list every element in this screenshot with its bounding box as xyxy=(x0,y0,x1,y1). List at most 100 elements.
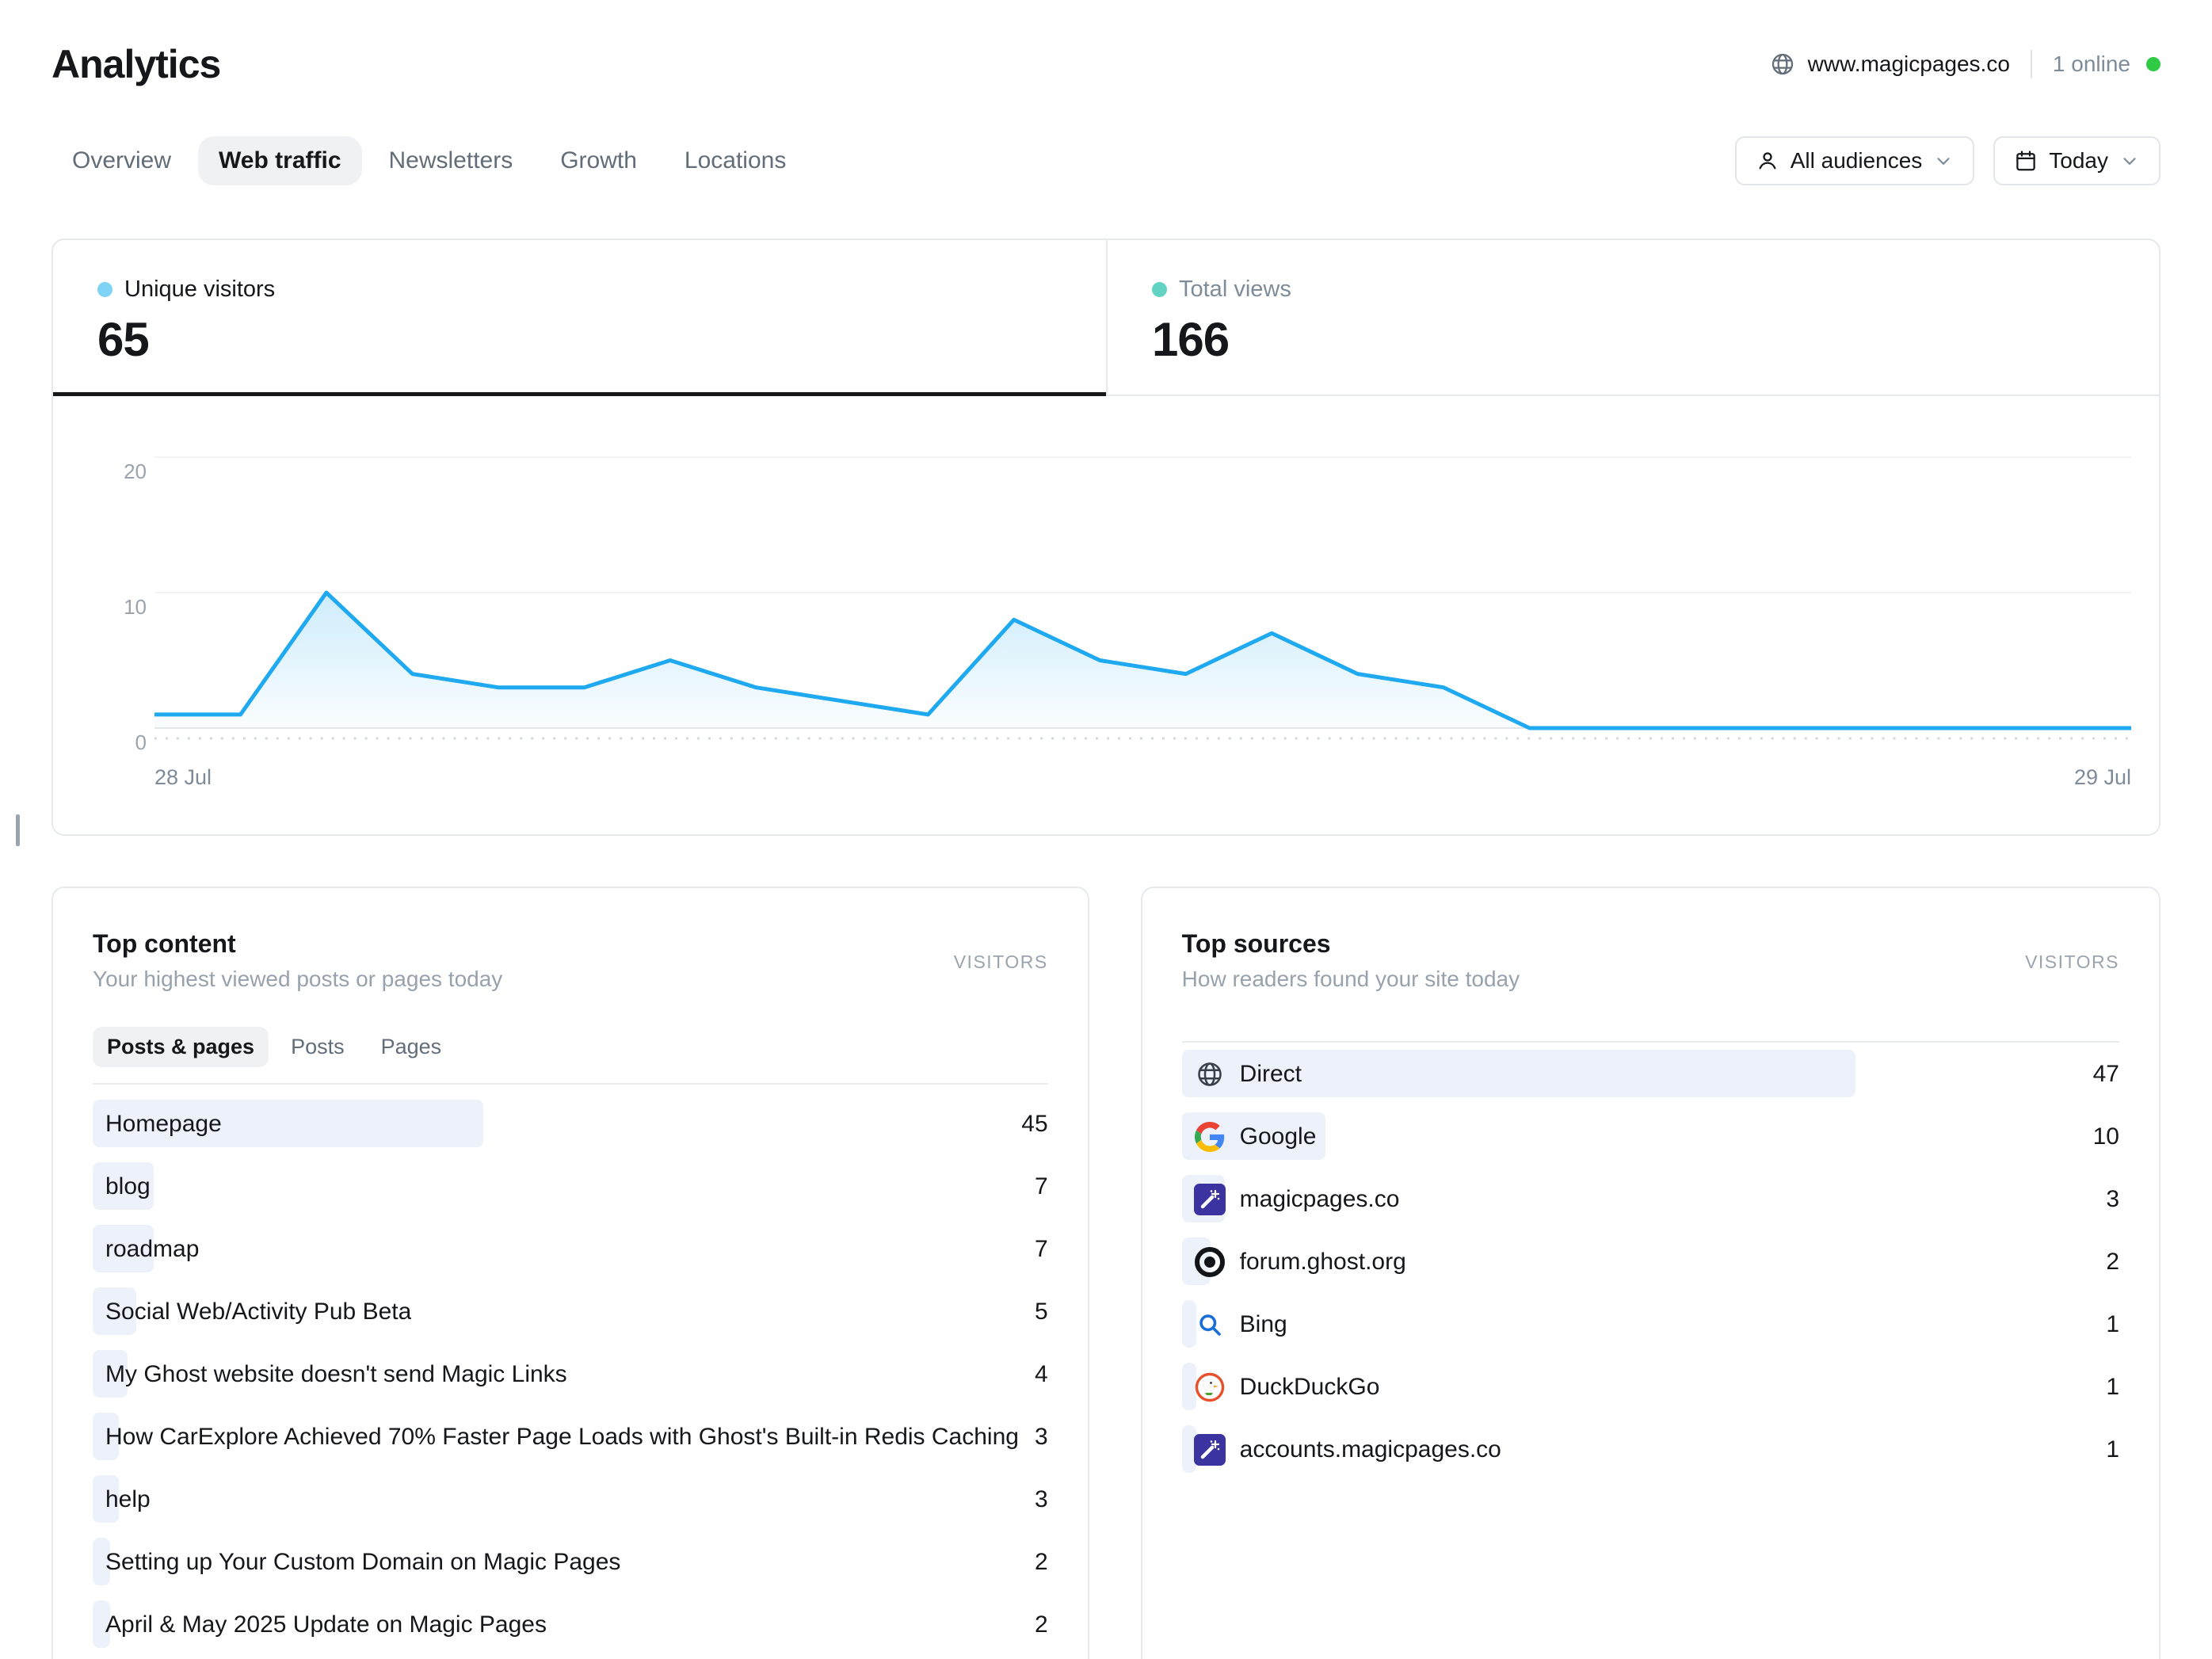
source-row-accounts.magicpages.co[interactable]: accounts.magicpages.co 1 xyxy=(1182,1418,2119,1481)
online-count: 1 online xyxy=(2053,51,2130,77)
y-tick-label: 0 xyxy=(53,730,147,754)
content-row-roadmap[interactable]: roadmap7 xyxy=(93,1218,1048,1280)
top-content-card: Top content Your highest viewed posts or… xyxy=(51,887,1089,1659)
row-label: Homepage xyxy=(93,1111,222,1138)
source-row-google[interactable]: Google10 xyxy=(1182,1105,2119,1168)
row-label: Direct xyxy=(1182,1058,1302,1090)
content-row-blog[interactable]: blog7 xyxy=(93,1155,1048,1218)
source-row-forum.ghost.org[interactable]: forum.ghost.org 2 xyxy=(1182,1230,2119,1293)
audience-filter-label: All audiences xyxy=(1791,148,1923,174)
y-tick-label: 10 xyxy=(53,595,147,619)
row-visitors-value: 3 xyxy=(2090,1186,2119,1213)
stat-value: 65 xyxy=(97,312,1106,367)
globe-icon xyxy=(1194,1058,1226,1090)
row-label: April & May 2025 Update on Magic Pages xyxy=(93,1611,547,1638)
content-tabs: Posts & pagesPostsPages xyxy=(93,1027,1048,1067)
card-subtitle: Your highest viewed posts or pages today xyxy=(93,967,1048,992)
row-label: My Ghost website doesn't send Magic Link… xyxy=(93,1361,567,1388)
text-cursor-artifact xyxy=(16,814,20,846)
content-row-social-web-activity-pub-beta[interactable]: Social Web/Activity Pub Beta 5 xyxy=(93,1280,1048,1343)
divider xyxy=(93,1083,1048,1085)
detail-cards: Top content Your highest viewed posts or… xyxy=(51,887,2161,1659)
content-tab-pages[interactable]: Pages xyxy=(367,1027,456,1067)
row-label: blog xyxy=(93,1173,151,1200)
tabbar: OverviewWeb trafficNewslettersGrowthLoca… xyxy=(51,136,2161,185)
chart-plot-area xyxy=(154,411,2131,744)
row-label: forum.ghost.org xyxy=(1182,1246,1406,1278)
row-visitors-value: 2 xyxy=(1019,1611,1048,1638)
source-row-duckduckgo[interactable]: DuckDuckGo 1 xyxy=(1182,1356,2119,1418)
content-tab-posts-pages[interactable]: Posts & pages xyxy=(93,1027,269,1067)
row-label: magicpages.co xyxy=(1182,1184,1400,1215)
content-row-setting-up-your-custom-domain-on-magic-p[interactable]: Setting up Your Custom Domain on Magic P… xyxy=(93,1531,1048,1593)
tab-newsletters[interactable]: Newsletters xyxy=(368,136,534,185)
row-label: DuckDuckGo xyxy=(1182,1371,1380,1403)
content-tab-posts[interactable]: Posts xyxy=(276,1027,359,1067)
row-visitors-value: 2 xyxy=(1019,1549,1048,1576)
tab-web-traffic[interactable]: Web traffic xyxy=(198,136,361,185)
stat-total-views[interactable]: Total views 166 xyxy=(1106,240,2159,396)
row-visitors-value: 4 xyxy=(1019,1361,1048,1388)
row-visitors-value: 5 xyxy=(1019,1299,1048,1325)
date-range-button[interactable]: Today xyxy=(1993,136,2161,185)
calendar-icon xyxy=(2014,149,2038,173)
content-row-my-ghost-website-doesn-t-send-magic-link[interactable]: My Ghost website doesn't send Magic Link… xyxy=(93,1343,1048,1405)
card-subtitle: How readers found your site today xyxy=(1182,967,2119,992)
tab-overview[interactable]: Overview xyxy=(51,136,192,185)
row-visitors-value: 45 xyxy=(1005,1111,1047,1138)
ghost-forum-icon xyxy=(1194,1246,1226,1278)
source-row-magicpages.co[interactable]: magicpages.co 3 xyxy=(1182,1168,2119,1230)
magicpages-icon xyxy=(1194,1434,1226,1466)
nav-tabs: OverviewWeb trafficNewslettersGrowthLoca… xyxy=(51,136,807,185)
x-label-start: 28 Jul xyxy=(154,765,212,790)
magicpages-icon xyxy=(1194,1184,1226,1215)
area-chart xyxy=(154,411,2131,744)
source-row-bing[interactable]: Bing1 xyxy=(1182,1293,2119,1356)
header-separator xyxy=(2031,50,2032,78)
analytics-page: Analytics www.magicpages.co 1 online Ove… xyxy=(0,0,2212,1659)
content-row-homepage[interactable]: Homepage 45 xyxy=(93,1093,1048,1155)
chevron-down-icon xyxy=(2119,151,2140,171)
row-label: Bing xyxy=(1182,1309,1287,1341)
visitors-column-header: VISITORS xyxy=(2025,952,2119,973)
page-title: Analytics xyxy=(51,41,220,87)
tab-locations[interactable]: Locations xyxy=(664,136,807,185)
row-visitors-value: 1 xyxy=(2090,1374,2119,1401)
filters: All audiences Today xyxy=(1735,136,2161,185)
stats-row: Unique visitors 65 Total views 166 xyxy=(53,240,2159,396)
row-label: accounts.magicpages.co xyxy=(1182,1434,1501,1466)
row-label: roadmap xyxy=(93,1236,199,1263)
visitors-chart: 0 10 20 28 Jul 29 Jul xyxy=(53,411,2159,834)
content-row-how-carexplore-achieved-70-faster-page-l[interactable]: How CarExplore Achieved 70% Faster Page … xyxy=(93,1405,1048,1468)
source-row-direct[interactable]: Direct 47 xyxy=(1182,1043,2119,1105)
duckduckgo-icon xyxy=(1194,1371,1226,1403)
content-row-april-may-2025-update-on-magic-pages[interactable]: April & May 2025 Update on Magic Pages 2 xyxy=(93,1593,1048,1656)
row-label: How CarExplore Achieved 70% Faster Page … xyxy=(93,1424,1019,1451)
top-sources-list: Direct 47 Google10 magicpages.co 3 forum.ghos… xyxy=(1182,1043,2119,1481)
top-sources-card: Top sources How readers found your site … xyxy=(1141,887,2161,1659)
person-icon xyxy=(1756,149,1779,173)
stat-unique-visitors[interactable]: Unique visitors 65 xyxy=(53,240,1106,396)
content-row-help[interactable]: help3 xyxy=(93,1468,1048,1531)
traffic-panel: Unique visitors 65 Total views 166 0 10 20… xyxy=(51,238,2161,836)
row-visitors-value: 3 xyxy=(1019,1486,1048,1513)
row-visitors-value: 2 xyxy=(2090,1249,2119,1276)
total-views-dot xyxy=(1152,282,1167,297)
google-icon xyxy=(1194,1121,1226,1153)
row-visitors-value: 3 xyxy=(1019,1424,1048,1451)
visitors-column-header: VISITORS xyxy=(954,952,1048,973)
row-visitors-value: 47 xyxy=(2077,1061,2119,1088)
header: Analytics www.magicpages.co 1 online xyxy=(51,41,2161,87)
audience-filter-button[interactable]: All audiences xyxy=(1735,136,1975,185)
date-range-label: Today xyxy=(2049,148,2108,174)
row-label: Setting up Your Custom Domain on Magic P… xyxy=(93,1549,620,1576)
x-axis-labels: 28 Jul 29 Jul xyxy=(154,765,2131,790)
site-info[interactable]: www.magicpages.co 1 online xyxy=(1770,50,2161,78)
site-domain[interactable]: www.magicpages.co xyxy=(1808,51,2010,77)
x-label-end: 29 Jul xyxy=(2074,765,2131,790)
tab-growth[interactable]: Growth xyxy=(540,136,658,185)
row-visitors-value: 1 xyxy=(2090,1436,2119,1463)
card-title: Top content xyxy=(93,929,1048,959)
y-tick-label: 20 xyxy=(53,460,147,483)
row-label: Social Web/Activity Pub Beta xyxy=(93,1299,411,1325)
